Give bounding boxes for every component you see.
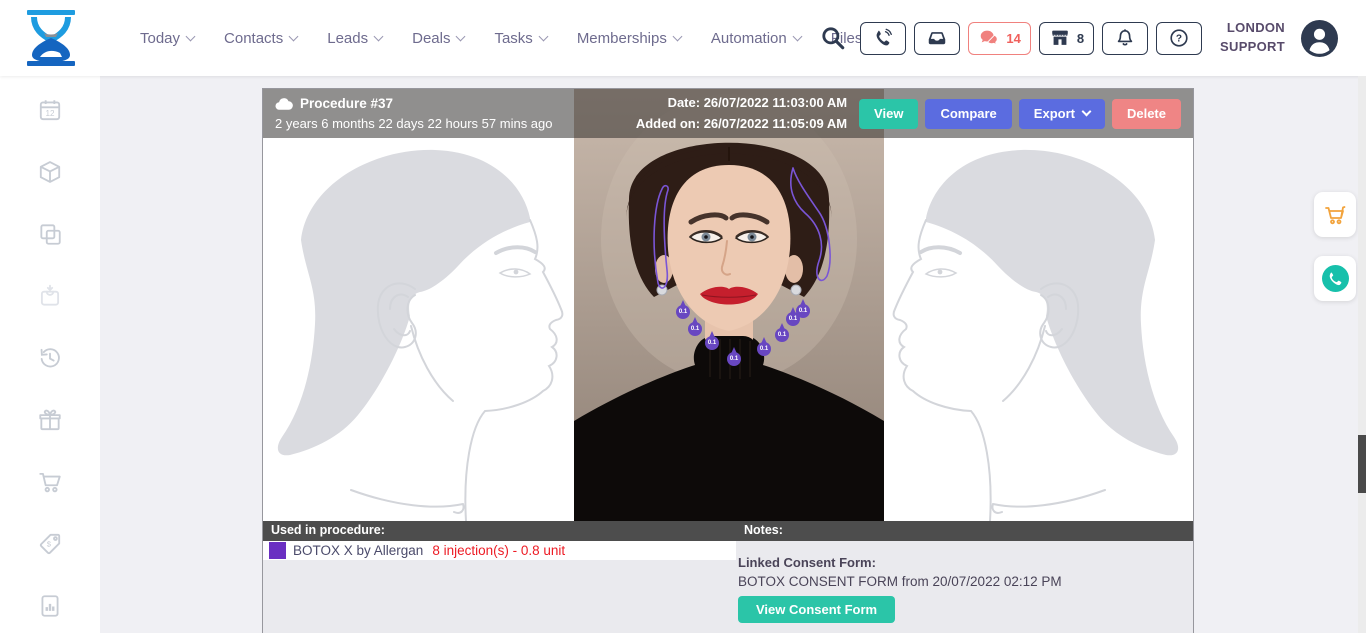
inbox-icon bbox=[926, 27, 948, 49]
procedure-media: 0.1 0.1 0.1 0.1 0.1 0.1 0.1 0.1 Procedur… bbox=[263, 89, 1193, 521]
procedure-details: BOTOX X by Allergan 8 injection(s) - 0.8… bbox=[263, 541, 1193, 633]
product-row: BOTOX X by Allergan 8 injection(s) - 0.8… bbox=[293, 541, 565, 560]
cart-icon bbox=[1323, 203, 1347, 227]
injection-pin[interactable]: 0.1 bbox=[705, 331, 719, 350]
app-logo[interactable] bbox=[24, 9, 78, 67]
price-tag-icon[interactable]: $ bbox=[37, 531, 63, 557]
menu-item-memberships[interactable]: Memberships bbox=[577, 30, 681, 47]
phone-button[interactable] bbox=[860, 22, 906, 55]
procedure-header: Procedure #37 2 years 6 months 22 days 2… bbox=[263, 89, 1193, 138]
chat-button[interactable]: 14 bbox=[968, 22, 1030, 55]
procedure-time-ago: 2 years 6 months 22 days 22 hours 57 min… bbox=[275, 114, 553, 134]
cart-float-button[interactable] bbox=[1314, 192, 1356, 237]
copy-icon[interactable] bbox=[37, 221, 63, 247]
view-button[interactable]: View bbox=[859, 99, 918, 129]
inbox-button[interactable] bbox=[914, 22, 960, 55]
report-icon[interactable] bbox=[37, 593, 63, 619]
used-in-procedure-header: Used in procedure: bbox=[271, 523, 385, 537]
notifications-button[interactable] bbox=[1102, 22, 1148, 55]
procedure-photo: 0.1 0.1 0.1 0.1 0.1 0.1 0.1 0.1 bbox=[574, 89, 884, 521]
delete-button[interactable]: Delete bbox=[1112, 99, 1181, 129]
chevron-down-icon bbox=[792, 31, 802, 41]
menu-item-automation[interactable]: Automation bbox=[711, 30, 801, 47]
menu-item-today[interactable]: Today bbox=[140, 30, 194, 47]
cloud-icon bbox=[275, 97, 293, 110]
menu-item-contacts[interactable]: Contacts bbox=[224, 30, 297, 47]
calendar-icon[interactable]: 12 bbox=[37, 97, 63, 123]
chevron-down-icon bbox=[538, 31, 548, 41]
gift-icon[interactable] bbox=[37, 407, 63, 433]
nav-actions: 14 8 ? LONDON SUPPORT bbox=[820, 0, 1338, 76]
package-icon[interactable] bbox=[37, 159, 63, 185]
bell-icon bbox=[1114, 27, 1136, 49]
export-button[interactable]: Export bbox=[1019, 99, 1105, 129]
phone-circle-icon bbox=[1322, 265, 1349, 292]
view-consent-form-button[interactable]: View Consent Form bbox=[738, 596, 895, 623]
procedure-title: Procedure #37 bbox=[300, 94, 393, 114]
chevron-down-icon bbox=[1082, 107, 1092, 117]
product-detail: 8 injection(s) - 0.8 unit bbox=[432, 543, 565, 558]
chevron-down-icon bbox=[289, 31, 299, 41]
menu-item-tasks[interactable]: Tasks bbox=[494, 30, 546, 47]
chevron-down-icon bbox=[374, 31, 384, 41]
svg-text:?: ? bbox=[1176, 34, 1182, 45]
search-icon[interactable] bbox=[820, 25, 846, 51]
face-outline-right bbox=[880, 138, 1193, 521]
main-menu: Today Contacts Leads Deals Tasks Members… bbox=[140, 0, 862, 76]
linked-consent-form-value: BOTOX CONSENT FORM from 20/07/2022 02:12… bbox=[738, 574, 1191, 589]
shopping-bag-icon[interactable] bbox=[37, 283, 63, 309]
menu-item-leads[interactable]: Leads bbox=[327, 30, 382, 47]
chevron-down-icon bbox=[186, 31, 196, 41]
history-icon[interactable] bbox=[37, 345, 63, 371]
patient-photo-illustration bbox=[574, 89, 884, 521]
avatar[interactable] bbox=[1301, 20, 1338, 57]
top-nav: Today Contacts Leads Deals Tasks Members… bbox=[0, 0, 1366, 76]
linked-consent-form-label: Linked Consent Form: bbox=[738, 555, 1191, 570]
injection-pin[interactable]: 0.1 bbox=[688, 317, 702, 336]
face-outline-left bbox=[263, 138, 576, 521]
compare-button[interactable]: Compare bbox=[925, 99, 1011, 129]
procedure-card: 0.1 0.1 0.1 0.1 0.1 0.1 0.1 0.1 Procedur… bbox=[262, 88, 1194, 633]
scrollbar-thumb[interactable] bbox=[1358, 435, 1366, 493]
call-float-button[interactable] bbox=[1314, 256, 1356, 301]
chat-count-badge: 14 bbox=[1006, 31, 1020, 46]
chevron-down-icon bbox=[672, 31, 682, 41]
store-count-badge: 8 bbox=[1077, 31, 1084, 46]
notes-column: Linked Consent Form: BOTOX CONSENT FORM … bbox=[736, 541, 1193, 633]
procedure-dates: Date: 26/07/2022 11:03:00 AM Added on: 2… bbox=[636, 93, 847, 133]
product-color-swatch bbox=[269, 542, 286, 559]
product-name: BOTOX X by Allergan bbox=[293, 543, 423, 558]
scrollbar-track[interactable] bbox=[1358, 76, 1366, 633]
notes-header: Notes: bbox=[744, 523, 783, 537]
store-button[interactable]: 8 bbox=[1039, 22, 1094, 55]
cart-icon[interactable] bbox=[37, 469, 63, 495]
floating-actions bbox=[1314, 192, 1356, 301]
phone-icon bbox=[872, 27, 894, 49]
chevron-down-icon bbox=[456, 31, 466, 41]
injection-pin[interactable]: 0.1 bbox=[757, 337, 771, 356]
question-icon: ? bbox=[1168, 27, 1190, 49]
injection-pin[interactable]: 0.1 bbox=[796, 299, 810, 318]
user-name: LONDON SUPPORT bbox=[1220, 19, 1285, 57]
section-bar: Used in procedure: Notes: bbox=[263, 521, 1193, 541]
sidebar: 12 $ bbox=[0, 76, 100, 633]
help-button[interactable]: ? bbox=[1156, 22, 1202, 55]
svg-text:$: $ bbox=[47, 540, 52, 549]
svg-text:12: 12 bbox=[45, 109, 55, 118]
injection-pin[interactable]: 0.1 bbox=[727, 347, 741, 366]
store-icon bbox=[1049, 27, 1071, 49]
chat-bubbles-icon bbox=[978, 27, 1000, 49]
menu-item-deals[interactable]: Deals bbox=[412, 30, 464, 47]
